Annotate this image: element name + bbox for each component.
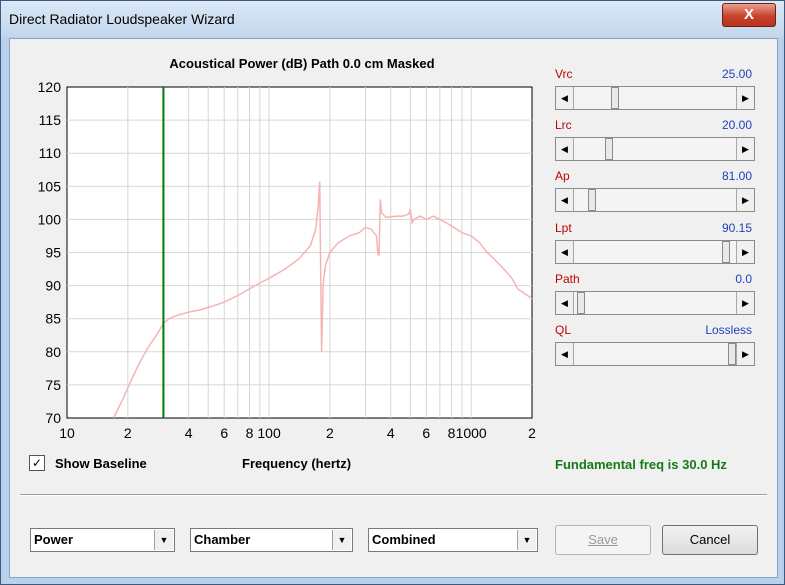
x-tick-label: 4 [185, 425, 193, 441]
save-button[interactable]: Save [555, 525, 651, 555]
show-baseline-checkbox[interactable]: ✓ [29, 455, 45, 471]
chevron-down-icon[interactable]: ▼ [154, 530, 173, 550]
environment-dropdown-value: Chamber [194, 532, 251, 547]
slider-lrc[interactable]: ◀ ▶ [555, 137, 755, 162]
y-tick-label: 75 [45, 377, 61, 393]
slider-ap[interactable]: ◀ ▶ [555, 188, 755, 213]
arrow-left-icon[interactable]: ◀ [556, 138, 574, 161]
close-button[interactable]: X [722, 3, 776, 27]
y-tick-label: 90 [45, 278, 61, 294]
x-tick-label: 10 [59, 425, 75, 441]
slider-lpt[interactable]: ◀ ▶ [555, 239, 755, 264]
x-tick-label: 4 [387, 425, 395, 441]
view-dropdown[interactable]: Power ▼ [30, 528, 175, 552]
slider-label-path: Path [555, 271, 580, 286]
x-tick-label: 6 [422, 425, 430, 441]
environment-dropdown[interactable]: Chamber ▼ [190, 528, 353, 552]
plot-header: Acoustical Power (dB) Path 0.0 cm Masked [169, 56, 434, 71]
cancel-button[interactable]: Cancel [662, 525, 758, 555]
slider-thumb[interactable] [587, 189, 596, 212]
arrow-left-icon[interactable]: ◀ [556, 189, 574, 212]
slider-label-ql: QL [555, 323, 572, 337]
title-bar: Direct Radiator Loudspeaker Wizard X [1, 1, 784, 37]
slider-ql[interactable]: ◀ ▶ [555, 342, 755, 366]
mode-dropdown-value: Combined [372, 532, 436, 547]
slider-value-ap: 81.00 [721, 169, 752, 184]
arrow-left-icon[interactable]: ◀ [556, 343, 574, 365]
dialog-body: Acoustical Power (dB) Path 0.0 cm Masked… [9, 38, 778, 578]
y-tick-label: 110 [39, 145, 62, 161]
fundamental-freq-status: Fundamental freq is 30.0 Hz [555, 457, 727, 472]
slider-vrc[interactable]: ◀ ▶ [555, 86, 755, 110]
slider-label-lpt: Lpt [555, 220, 572, 235]
slider-label-vrc: Vrc [555, 67, 573, 81]
y-tick-label: 85 [45, 311, 61, 327]
x-tick-label: 8 [246, 425, 254, 441]
y-tick-label: 95 [45, 245, 61, 261]
arrow-right-icon[interactable]: ▶ [736, 343, 754, 365]
slider-thumb[interactable] [721, 240, 730, 263]
chevron-down-icon[interactable]: ▼ [332, 530, 351, 550]
y-tick-label: 80 [45, 344, 61, 360]
y-tick-label: 105 [38, 178, 62, 194]
arrow-right-icon[interactable]: ▶ [736, 138, 754, 161]
wizard-window: Direct Radiator Loudspeaker Wizard X Aco… [0, 0, 785, 585]
y-tick-label: 120 [38, 79, 62, 95]
arrow-left-icon[interactable]: ◀ [556, 240, 574, 263]
show-baseline-label: Show Baseline [55, 456, 147, 471]
view-dropdown-value: Power [34, 532, 74, 547]
x-tick-label: 6 [220, 425, 228, 441]
slider-thumb[interactable] [610, 87, 619, 109]
arrow-right-icon[interactable]: ▶ [736, 240, 754, 263]
slider-value-lpt: 90.15 [721, 220, 752, 235]
arrow-right-icon[interactable]: ▶ [736, 87, 754, 109]
arrow-right-icon[interactable]: ▶ [736, 291, 754, 314]
slider-thumb[interactable] [604, 138, 613, 161]
slider-label-lrc: Lrc [555, 118, 572, 133]
window-title: Direct Radiator Loudspeaker Wizard [9, 11, 235, 27]
separator [20, 494, 767, 496]
y-tick-label: 70 [45, 410, 61, 426]
response-plot: Acoustical Power (dB) Path 0.0 cm Masked… [10, 39, 550, 479]
slider-value-lrc: 20.00 [721, 118, 752, 133]
x-tick-label: 2 [124, 425, 132, 441]
slider-value-ql: Lossless [705, 323, 752, 337]
x-tick-label: 2 [326, 425, 334, 441]
arrow-left-icon[interactable]: ◀ [556, 87, 574, 109]
slider-thumb[interactable] [577, 291, 586, 314]
arrow-left-icon[interactable]: ◀ [556, 291, 574, 314]
x-axis-label: Frequency (hertz) [242, 456, 352, 471]
x-tick-label: 1000 [456, 425, 487, 441]
chevron-down-icon[interactable]: ▼ [517, 530, 536, 550]
x-tick-label: 100 [257, 425, 281, 441]
slider-path[interactable]: ◀ ▶ [555, 290, 755, 315]
y-tick-label: 100 [38, 211, 62, 227]
arrow-right-icon[interactable]: ▶ [736, 189, 754, 212]
slider-value-path: 0.0 [735, 271, 752, 286]
plot-canvas: Acoustical Power (dB) Path 0.0 cm Masked… [38, 56, 536, 441]
slider-label-ap: Ap [555, 169, 570, 184]
slider-thumb[interactable] [728, 343, 736, 365]
y-tick-label: 115 [39, 112, 62, 128]
x-tick-label: 8 [448, 425, 456, 441]
mode-dropdown[interactable]: Combined ▼ [368, 528, 538, 552]
slider-value-vrc: 25.00 [721, 67, 752, 81]
x-tick-label: 2 [528, 425, 536, 441]
